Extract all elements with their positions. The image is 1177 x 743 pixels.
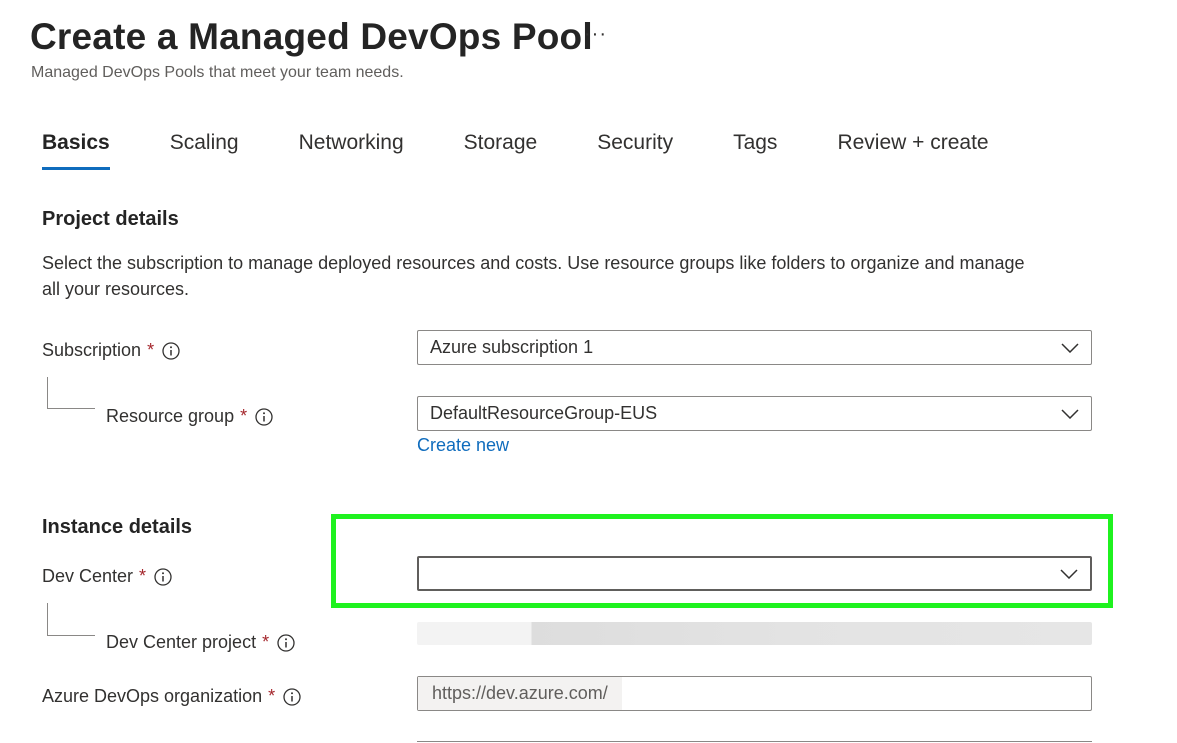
required-marker: * bbox=[139, 566, 147, 586]
more-icon[interactable]: ··· bbox=[584, 24, 607, 44]
resource-group-dropdown[interactable]: DefaultResourceGroup-EUS bbox=[417, 396, 1092, 431]
info-icon[interactable] bbox=[255, 407, 273, 426]
subscription-label: Subscription bbox=[42, 340, 142, 360]
tab-bar: Basics Scaling Networking Storage Securi… bbox=[42, 128, 1049, 172]
azure-devops-org-field: https://dev.azure.com/ bbox=[417, 676, 1092, 711]
azure-devops-org-input[interactable] bbox=[621, 677, 1091, 710]
tab-basics[interactable]: Basics bbox=[42, 128, 110, 170]
info-icon[interactable] bbox=[283, 687, 301, 706]
page-title: Create a Managed DevOps Pool bbox=[30, 16, 593, 57]
info-icon[interactable] bbox=[154, 567, 172, 586]
chevron-down-icon bbox=[1061, 342, 1079, 353]
project-details-heading: Project details bbox=[42, 208, 179, 230]
create-new-link[interactable]: Create new bbox=[417, 435, 509, 456]
tab-review-create[interactable]: Review + create bbox=[837, 128, 988, 170]
tab-security[interactable]: Security bbox=[597, 128, 673, 170]
tab-storage[interactable]: Storage bbox=[464, 128, 538, 170]
required-marker: * bbox=[262, 632, 270, 652]
dev-center-project-loading-placeholder bbox=[417, 622, 1092, 645]
tree-connector bbox=[47, 377, 95, 409]
required-marker: * bbox=[240, 406, 248, 426]
chevron-down-icon bbox=[1060, 568, 1078, 579]
info-icon[interactable] bbox=[277, 633, 295, 652]
tree-connector bbox=[47, 603, 95, 636]
dev-center-label-row: Dev Center * bbox=[42, 566, 172, 587]
instance-details-heading: Instance details bbox=[42, 516, 193, 538]
required-marker: * bbox=[147, 340, 155, 360]
subscription-value: Azure subscription 1 bbox=[430, 337, 594, 357]
tab-scaling[interactable]: Scaling bbox=[170, 128, 239, 170]
info-icon[interactable] bbox=[162, 341, 180, 360]
chevron-down-icon bbox=[1061, 408, 1079, 419]
resource-group-value: DefaultResourceGroup-EUS bbox=[430, 403, 658, 423]
url-prefix: https://dev.azure.com/ bbox=[418, 677, 622, 710]
azure-devops-org-label: Azure DevOps organization bbox=[42, 686, 263, 706]
dev-center-project-label-row: Dev Center project * bbox=[106, 632, 295, 653]
dev-center-label: Dev Center bbox=[42, 566, 134, 586]
required-marker: * bbox=[268, 686, 276, 706]
dev-center-project-label: Dev Center project bbox=[106, 632, 257, 652]
project-details-description: Select the subscription to manage deploy… bbox=[42, 253, 1025, 299]
azure-devops-org-label-row: Azure DevOps organization * bbox=[42, 686, 301, 707]
page-subtitle: Managed DevOps Pools that meet your team… bbox=[31, 64, 404, 81]
subscription-dropdown[interactable]: Azure subscription 1 bbox=[417, 330, 1092, 365]
subscription-label-row: Subscription * bbox=[42, 340, 180, 361]
resource-group-label: Resource group bbox=[106, 406, 235, 426]
resource-group-label-row: Resource group * bbox=[106, 406, 273, 427]
dev-center-dropdown[interactable] bbox=[417, 556, 1092, 591]
tab-tags[interactable]: Tags bbox=[733, 128, 777, 170]
tab-networking[interactable]: Networking bbox=[299, 128, 404, 170]
